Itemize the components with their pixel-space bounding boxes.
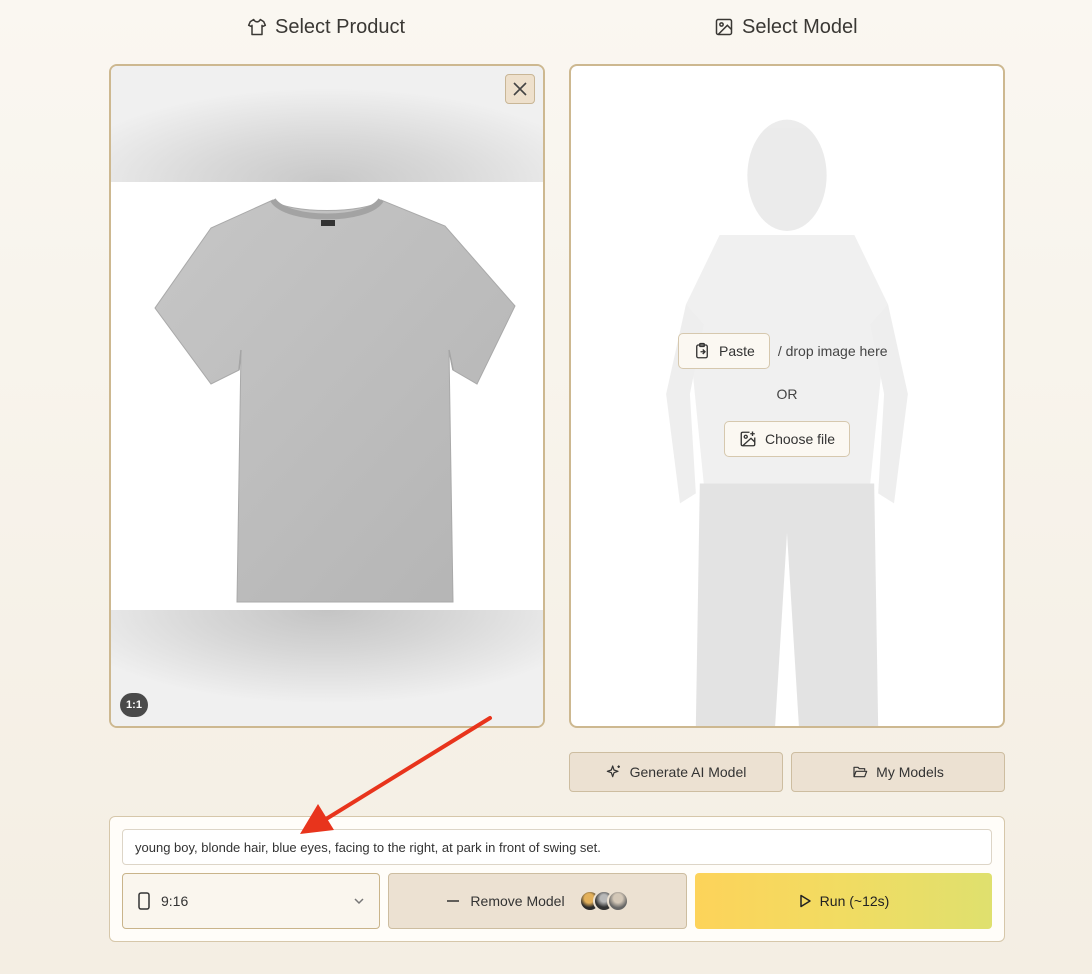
generation-controls: 9:16 Remove Model Run (~12s) (109, 816, 1005, 942)
play-icon (799, 894, 811, 908)
product-backdrop-bottom (111, 610, 543, 726)
chevron-down-icon (354, 898, 364, 905)
choose-file-label: Choose file (764, 431, 836, 447)
product-image (111, 182, 543, 614)
product-preview-panel[interactable]: 1:1 (109, 64, 545, 728)
tshirt-icon (247, 18, 267, 36)
choose-file-button[interactable]: Choose file (723, 421, 851, 457)
avatar (606, 890, 629, 912)
image-icon (715, 18, 733, 36)
product-backdrop-top (111, 66, 543, 182)
generate-label: Generate AI Model (629, 764, 747, 780)
paste-label: Paste (719, 343, 755, 359)
prompt-input[interactable] (122, 829, 992, 865)
or-divider: OR (776, 386, 798, 402)
tshirt-photo (154, 197, 516, 603)
image-plus-icon (740, 431, 756, 447)
minus-icon (447, 900, 460, 902)
model-avatars (578, 890, 629, 912)
sparkles-icon (606, 765, 620, 778)
remove-model-label: Remove Model (470, 893, 565, 909)
close-icon (513, 82, 527, 96)
run-label: Run (~12s) (819, 893, 890, 909)
model-actions: Generate AI Model My Models (569, 752, 1005, 792)
product-section-title: Select Product (247, 12, 405, 42)
run-button[interactable]: Run (~12s) (695, 873, 992, 929)
phone-icon (138, 892, 150, 910)
annotation-arrow (300, 716, 492, 834)
generate-ai-model-button[interactable]: Generate AI Model (569, 752, 783, 792)
my-models-label: My Models (876, 764, 944, 780)
aspect-ratio-select[interactable]: 9:16 (122, 873, 380, 929)
folder-open-icon (853, 766, 868, 778)
aspect-value: 9:16 (161, 893, 189, 909)
my-models-button[interactable]: My Models (791, 752, 1005, 792)
product-title-text: Select Product (275, 15, 406, 38)
remove-model-button[interactable]: Remove Model (388, 873, 687, 929)
aspect-ratio-badge: 1:1 (120, 693, 148, 717)
model-drop-panel[interactable]: Paste / drop image here OR Choose file (569, 64, 1005, 728)
remove-product-button[interactable] (505, 74, 535, 104)
drop-hint: / drop image here (777, 343, 888, 359)
model-title-text: Select Model (742, 15, 858, 38)
model-section-title: Select Model (714, 12, 858, 42)
paste-row: Paste / drop image here (678, 333, 888, 369)
paste-button[interactable]: Paste (678, 333, 770, 369)
clipboard-icon (696, 342, 708, 359)
